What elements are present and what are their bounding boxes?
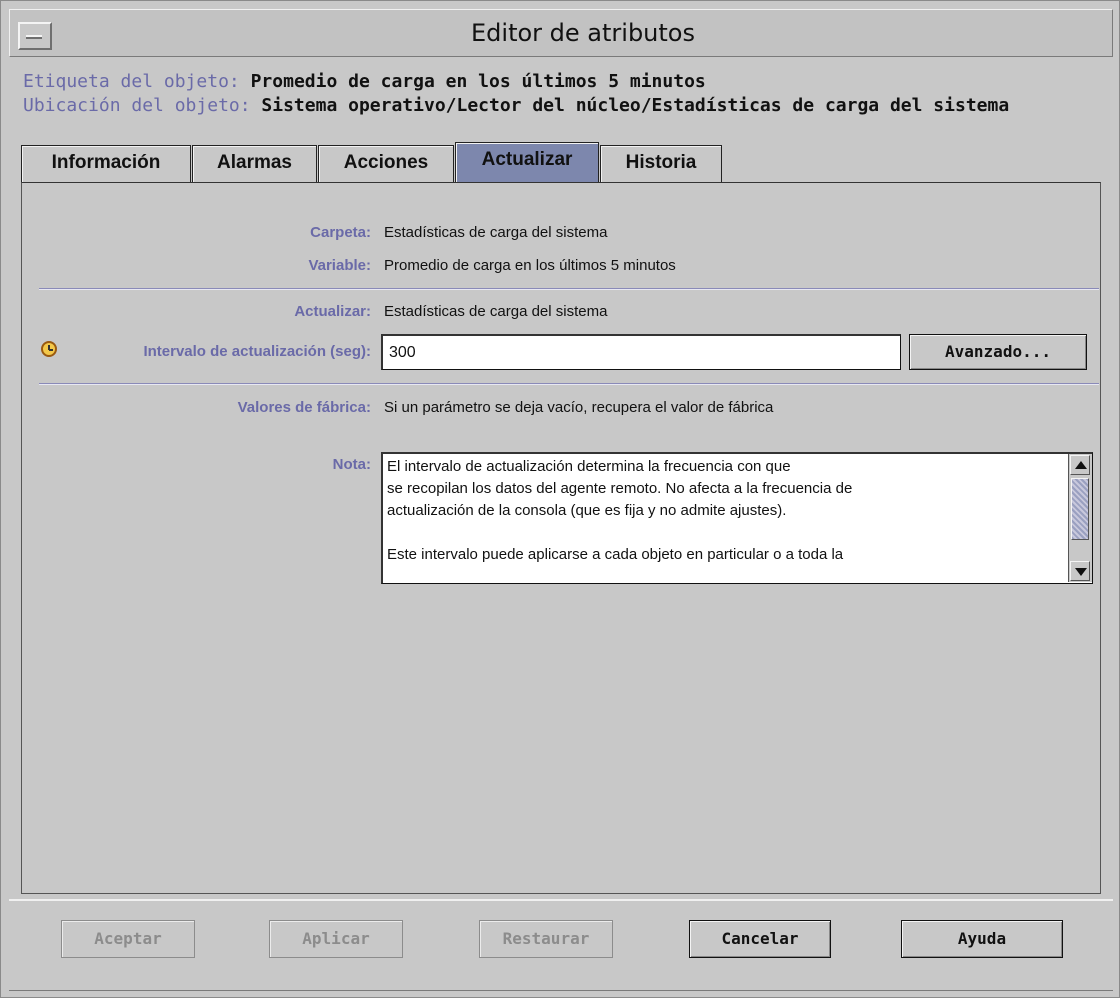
window-title: Editor de atributos <box>471 19 695 47</box>
tab-historia[interactable]: Historia <box>600 145 722 183</box>
tab-acciones[interactable]: Acciones <box>318 145 454 183</box>
interval-input[interactable] <box>381 334 901 370</box>
refresh-label: Actualizar: <box>294 303 371 320</box>
variable-label: Variable: <box>308 257 371 274</box>
object-location-caption: Ubicación del objeto: <box>23 95 251 116</box>
note-text: El intervalo de actualización determina … <box>387 458 853 563</box>
clock-icon <box>41 341 57 357</box>
object-location-row: Ubicación del objeto: Sistema operativo/… <box>23 95 1009 116</box>
ok-button[interactable]: Aceptar <box>61 920 195 958</box>
folder-label: Carpeta: <box>310 224 371 241</box>
window-menu-button[interactable] <box>18 22 52 50</box>
object-location-value: Sistema operativo/Lector del núcleo/Esta… <box>261 95 1010 116</box>
tab-actualizar[interactable]: Actualizar <box>455 142 599 183</box>
object-label-value: Promedio de carga en los últimos 5 minut… <box>250 71 706 92</box>
apply-button[interactable]: Aplicar <box>269 920 403 958</box>
object-label-row: Etiqueta del objeto: Promedio de carga e… <box>23 71 706 92</box>
separator <box>39 288 1099 290</box>
reset-button[interactable]: Restaurar <box>479 920 613 958</box>
note-textarea[interactable]: El intervalo de actualización determina … <box>381 452 1093 584</box>
scroll-up-arrow-icon[interactable] <box>1070 455 1090 475</box>
interval-label: Intervalo de actualización (seg): <box>143 343 371 360</box>
scroll-down-arrow-icon[interactable] <box>1070 561 1090 581</box>
title-bar[interactable]: Editor de atributos <box>9 9 1113 57</box>
separator <box>39 383 1099 385</box>
tab-alarmas[interactable]: Alarmas <box>192 145 317 183</box>
note-label: Nota: <box>332 456 371 473</box>
object-label-caption: Etiqueta del objeto: <box>23 71 240 92</box>
variable-value: Promedio de carga en los últimos 5 minut… <box>384 257 676 274</box>
note-scrollbar[interactable] <box>1068 454 1092 582</box>
defaults-label: Valores de fábrica: <box>237 399 371 416</box>
tab-informacion[interactable]: Información <box>21 145 191 183</box>
folder-value: Estadísticas de carga del sistema <box>384 224 608 241</box>
help-button[interactable]: Ayuda <box>901 920 1063 958</box>
refresh-value: Estadísticas de carga del sistema <box>384 303 608 320</box>
cancel-button[interactable]: Cancelar <box>689 920 831 958</box>
defaults-value: Si un parámetro se deja vacío, recupera … <box>384 399 774 416</box>
scroll-thumb[interactable] <box>1071 478 1089 540</box>
attribute-editor-window: Editor de atributos Etiqueta del objeto:… <box>0 0 1120 998</box>
advanced-button[interactable]: Avanzado... <box>909 334 1087 370</box>
